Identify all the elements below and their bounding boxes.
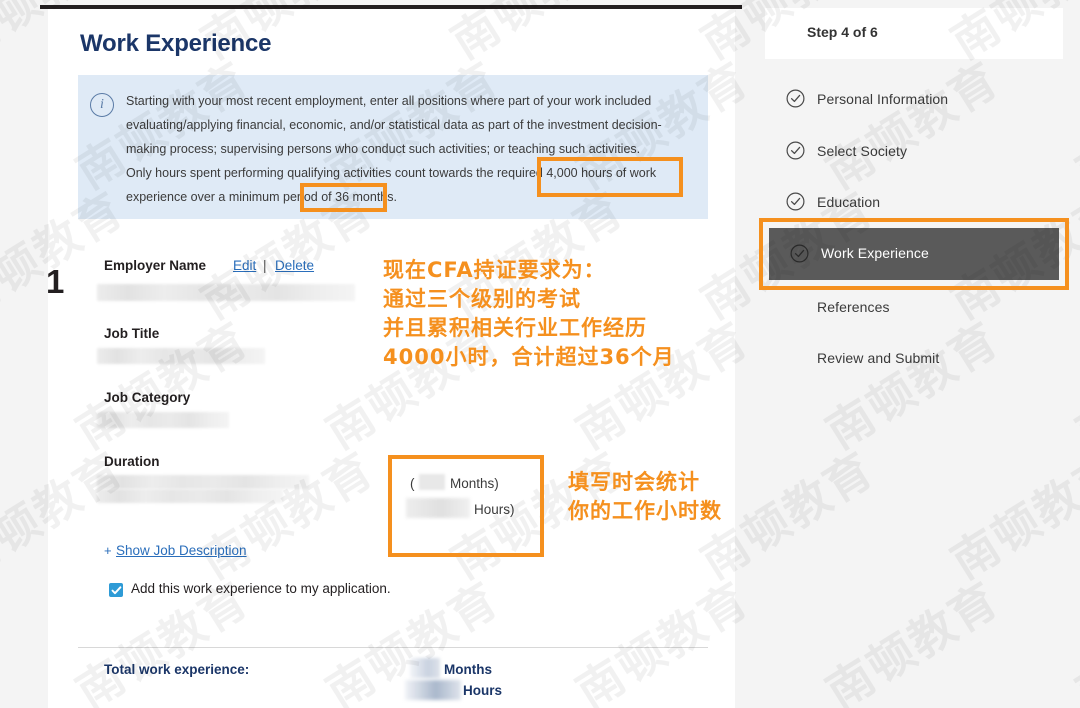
check-circle-icon xyxy=(786,141,805,160)
sidebar-item-label: Select Society xyxy=(817,143,907,159)
annotation-line: 并且累积相关行业工作经历 xyxy=(383,314,675,343)
watermark-text: 南顿教育 xyxy=(1062,564,1080,708)
total-hours-value-redacted xyxy=(405,680,461,700)
watermark-text: 南顿教育 xyxy=(0,304,10,462)
check-circle-icon xyxy=(786,192,805,211)
watermark-text: 南顿教育 xyxy=(812,304,1010,462)
delete-link[interactable]: Delete xyxy=(275,258,314,273)
check-icon xyxy=(111,585,122,596)
highlight-box-active-step xyxy=(759,218,1069,290)
entry-number: 1 xyxy=(46,263,64,301)
total-months-unit: Months xyxy=(444,662,492,677)
watermark-text: 南顿教育 xyxy=(1062,304,1080,462)
total-work-experience-label: Total work experience: xyxy=(104,662,249,677)
duration-value-redacted-line1 xyxy=(97,475,309,489)
watermark-text: 南顿教育 xyxy=(812,44,1010,202)
sidebar-item-select-society[interactable]: Select Society xyxy=(765,138,1063,164)
employer-name-value-redacted xyxy=(97,284,355,301)
sidebar-item-personal-information[interactable]: Personal Information xyxy=(765,86,1063,112)
duration-label: Duration xyxy=(104,454,160,469)
job-category-label: Job Category xyxy=(104,390,190,405)
total-months-value-redacted xyxy=(410,658,440,678)
card-top-rule xyxy=(40,5,742,9)
link-separator: | xyxy=(263,258,267,273)
job-category-value-redacted xyxy=(97,412,229,428)
job-title-label: Job Title xyxy=(104,326,159,341)
sidebar-item-label: Personal Information xyxy=(817,91,948,107)
employer-name-label: Employer Name xyxy=(104,258,206,273)
edit-link[interactable]: Edit xyxy=(233,258,256,273)
add-experience-checkbox[interactable] xyxy=(109,583,123,597)
check-circle-icon xyxy=(786,89,805,108)
highlight-box-hours xyxy=(537,157,683,197)
info-paragraph-1: Starting with your most recent employmen… xyxy=(126,89,698,161)
totals-divider xyxy=(78,647,708,648)
watermark-text: 南顿教育 xyxy=(0,564,10,708)
annotation-line: 现在CFA持证要求为： xyxy=(383,256,675,285)
total-hours-unit: Hours xyxy=(463,683,502,698)
sidebar-item-label: Review and Submit xyxy=(817,350,939,366)
job-title-value-redacted xyxy=(97,348,265,364)
sidebar-item-label: References xyxy=(817,299,890,315)
watermark-text: 南顿教育 xyxy=(812,564,1010,708)
annotation-line: 填写时会统计 xyxy=(568,468,722,497)
watermark-text: 南顿教育 xyxy=(937,434,1080,592)
watermark-text: 南顿教育 xyxy=(1062,44,1080,202)
sidebar-item-education[interactable]: Education xyxy=(765,189,1063,215)
highlight-box-stat xyxy=(388,455,544,557)
watermark-text: 南顿教育 xyxy=(937,694,1080,708)
expand-plus-icon[interactable]: + xyxy=(104,543,112,558)
annotation-line: 你的工作小时数 xyxy=(568,497,722,526)
sidebar-item-label: Education xyxy=(817,194,880,210)
annotation-cfa-requirements: 现在CFA持证要求为： 通过三个级别的考试 并且累积相关行业工作经历 4000小… xyxy=(383,256,675,372)
step-header-label: Step 4 of 6 xyxy=(807,24,878,40)
watermark-text: 南顿教育 xyxy=(0,44,10,202)
add-experience-checkbox-label: Add this work experience to my applicati… xyxy=(131,581,391,596)
annotation-line: 4000小时，合计超过36个月 xyxy=(383,343,675,372)
annotation-hours-tally: 填写时会统计 你的工作小时数 xyxy=(568,468,722,526)
annotation-line: 通过三个级别的考试 xyxy=(383,285,675,314)
duration-value-redacted-line2 xyxy=(97,489,283,503)
page-title: Work Experience xyxy=(80,30,271,58)
highlight-box-months xyxy=(300,183,387,212)
info-circle-icon: i xyxy=(90,93,114,117)
step-header: Step 4 of 6 xyxy=(765,8,1063,59)
sidebar-item-review-and-submit[interactable]: Review and Submit xyxy=(765,345,1063,371)
show-job-description-link[interactable]: Show Job Description xyxy=(116,543,247,558)
sidebar-item-references[interactable]: References xyxy=(765,294,1063,320)
info-banner: i Starting with your most recent employm… xyxy=(78,75,708,219)
